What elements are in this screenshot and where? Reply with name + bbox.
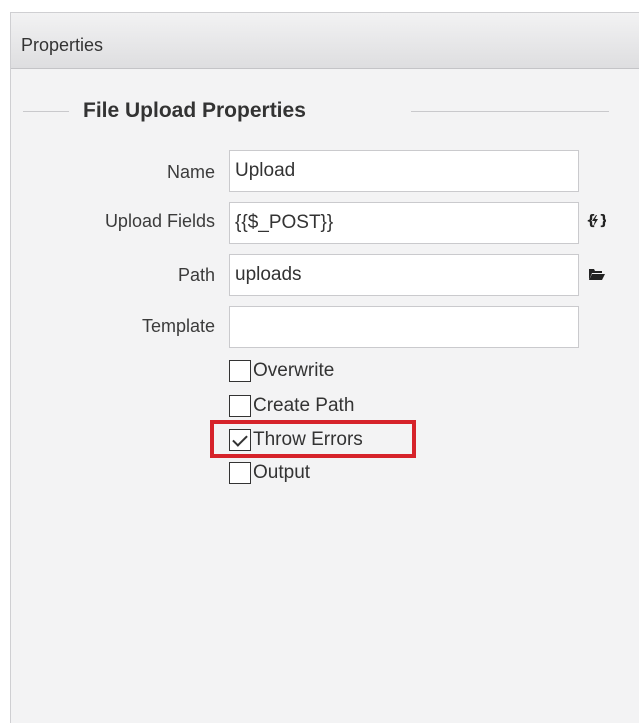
- overwrite-label: Overwrite: [253, 360, 335, 381]
- name-field[interactable]: Upload: [229, 150, 579, 192]
- dynamic-data-icon[interactable]: { }: [586, 212, 609, 235]
- overwrite-checkbox[interactable]: [229, 360, 251, 382]
- option-overwrite[interactable]: Overwrite: [229, 358, 334, 384]
- path-label: Path: [177, 265, 215, 285]
- folder-open-icon[interactable]: [588, 267, 606, 286]
- template-field[interactable]: [229, 306, 579, 348]
- template-label: Template: [141, 316, 215, 336]
- option-output[interactable]: Output: [229, 460, 310, 486]
- path-field[interactable]: uploads: [229, 254, 579, 296]
- fieldset-divider-left: [23, 111, 69, 112]
- svg-text:}: }: [599, 213, 606, 229]
- upload-fields-label: Upload Fields: [104, 211, 215, 231]
- output-label: Output: [253, 462, 311, 483]
- fieldset-divider-right: [411, 111, 609, 112]
- throw-errors-checkbox[interactable]: [229, 429, 251, 451]
- output-checkbox[interactable]: [229, 462, 251, 484]
- panel-header: Properties: [11, 13, 639, 69]
- properties-panel: Properties File Upload Properties Name U…: [10, 12, 639, 723]
- section-legend: File Upload Properties: [83, 99, 306, 122]
- create-path-label: Create Path: [253, 395, 355, 416]
- create-path-checkbox[interactable]: [229, 395, 251, 417]
- option-throw-errors[interactable]: Throw Errors: [229, 427, 363, 453]
- panel-title: Properties: [21, 35, 104, 55]
- name-label: Name: [166, 162, 215, 182]
- upload-fields-field[interactable]: {{$_POST}}: [229, 202, 579, 244]
- option-create-path[interactable]: Create Path: [229, 393, 354, 419]
- throw-errors-label: Throw Errors: [253, 429, 363, 450]
